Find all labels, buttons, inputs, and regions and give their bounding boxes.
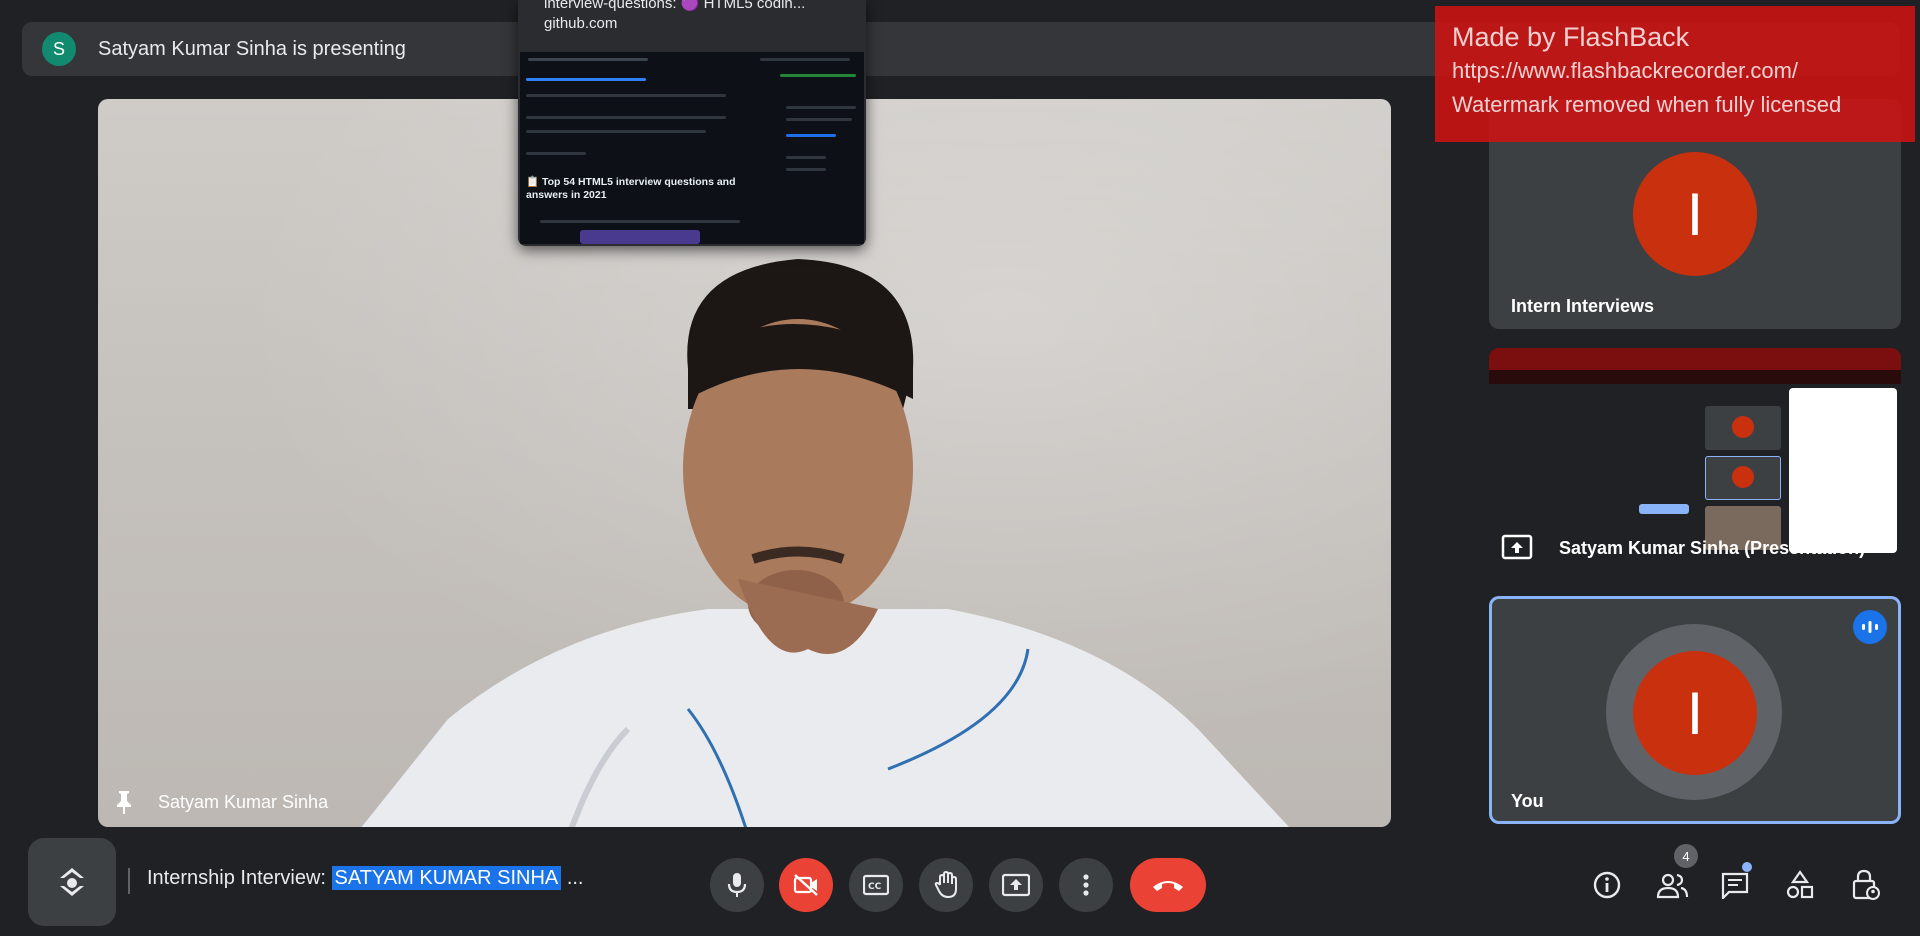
- microphone-button[interactable]: [710, 858, 764, 912]
- captions-button[interactable]: CC: [849, 858, 903, 912]
- present-screen-icon: [1501, 534, 1533, 560]
- presenter-avatar: S: [42, 32, 76, 66]
- speaking-indicator-icon: [1853, 610, 1887, 644]
- presentation-label: Satyam Kumar Sinha (Presentation): [1501, 534, 1865, 562]
- meeting-title-selected: SATYAM KUMAR SINHA: [331, 866, 562, 890]
- tab-hover-preview: interview-questions: 🟣 HTML5 codin... gi…: [518, 0, 866, 246]
- host-controls-button[interactable]: [1844, 864, 1886, 906]
- presentation-name: Satyam Kumar Sinha (Presentation): [1559, 537, 1866, 558]
- meeting-details-button[interactable]: [1586, 864, 1628, 906]
- end-call-icon: [1153, 881, 1183, 891]
- watermark-line-2: https://www.flashbackrecorder.com/: [1452, 58, 1799, 83]
- activities-menu-button[interactable]: [1779, 864, 1821, 906]
- main-video-label: Satyam Kumar Sinha: [112, 789, 328, 815]
- info-icon: [1593, 871, 1621, 899]
- recorder-watermark: Made by FlashBack https://www.flashbackr…: [1435, 6, 1915, 142]
- activities-icon: [60, 868, 84, 896]
- activities-button[interactable]: [28, 838, 116, 926]
- watermark-line-3: Watermark removed when fully licensed: [1452, 92, 1842, 117]
- camera-button[interactable]: [779, 858, 833, 912]
- meeting-title: Internship Interview: SATYAM KUMAR SINHA…: [147, 866, 584, 890]
- person-head-image: [683, 259, 914, 654]
- people-button[interactable]: [1651, 864, 1693, 906]
- participant-tile-you[interactable]: I You: [1489, 596, 1901, 824]
- preview-repo-heading: 📋 Top 54 HTML5 interview questions and a…: [526, 176, 736, 201]
- chat-notification-dot: [1742, 862, 1752, 872]
- self-name: You: [1511, 791, 1544, 811]
- raise-hand-button[interactable]: [919, 858, 973, 912]
- bottom-divider: [128, 868, 130, 894]
- lock-person-icon: [1852, 869, 1880, 900]
- microphone-icon: [727, 873, 747, 897]
- participant-avatar: I: [1633, 152, 1757, 276]
- chat-icon: [1721, 872, 1749, 899]
- more-options-icon: [1083, 874, 1089, 896]
- watermark-line-1: Made by FlashBack: [1452, 22, 1690, 52]
- presentation-tile[interactable]: Satyam Kumar Sinha (Presentation): [1489, 348, 1901, 576]
- raise-hand-icon: [934, 871, 957, 899]
- preview-domain: github.com: [544, 15, 618, 32]
- camera-off-icon: [793, 874, 818, 896]
- participant-name: Intern Interviews: [1511, 296, 1655, 316]
- meeting-title-prefix: Internship Interview:: [147, 867, 332, 889]
- more-options-button[interactable]: [1059, 858, 1113, 912]
- people-icon: [1656, 873, 1689, 899]
- leave-call-button[interactable]: [1130, 858, 1206, 912]
- preview-title: interview-questions: 🟣 HTML5 codin...: [544, 0, 806, 12]
- self-avatar: I: [1633, 651, 1757, 775]
- svg-text:CC: CC: [868, 882, 882, 892]
- main-participant-name: Satyam Kumar Sinha: [158, 791, 329, 812]
- shapes-icon: [1786, 870, 1814, 899]
- present-now-button[interactable]: [989, 858, 1043, 912]
- captions-icon: CC: [863, 874, 889, 896]
- preview-thumbnail: 📋 Top 54 HTML5 interview questions and a…: [520, 52, 864, 244]
- people-count-badge: 4: [1674, 844, 1698, 868]
- pin-icon[interactable]: [112, 789, 136, 815]
- present-screen-icon: [1002, 873, 1030, 897]
- presenting-text: Satyam Kumar Sinha is presenting: [98, 37, 406, 60]
- meeting-title-suffix: ...: [561, 867, 584, 889]
